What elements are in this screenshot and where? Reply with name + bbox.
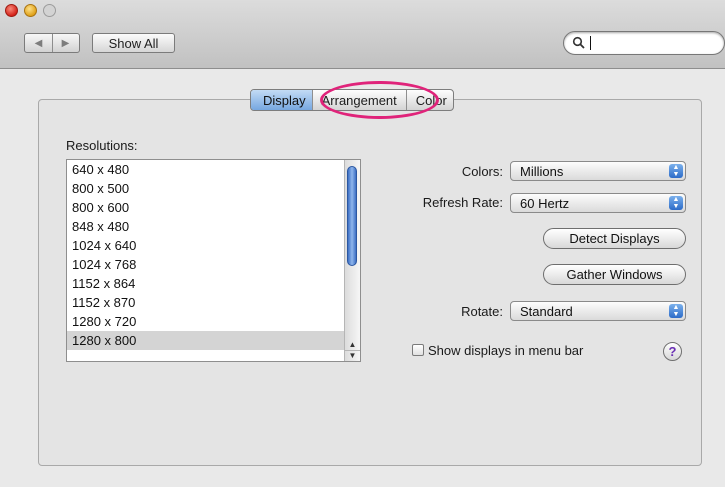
popup-arrows-icon: ▲ ▼ bbox=[669, 304, 683, 318]
forward-arrow-icon[interactable]: ▶ bbox=[52, 34, 79, 52]
search-input[interactable] bbox=[563, 31, 725, 55]
close-window-button[interactable] bbox=[5, 4, 18, 17]
zoom-window-button[interactable] bbox=[43, 4, 56, 17]
detect-displays-button[interactable]: Detect Displays bbox=[543, 228, 686, 249]
resolutions-label: Resolutions: bbox=[66, 138, 138, 153]
refresh-rate-label: Refresh Rate: bbox=[422, 195, 503, 210]
refresh-rate-value: 60 Hertz bbox=[520, 196, 570, 211]
refresh-rate-popup[interactable]: 60 Hertz ▲ ▼ bbox=[510, 193, 686, 213]
minimize-window-button[interactable] bbox=[24, 4, 37, 17]
display-preferences-window: ◀ ▶ Show All Display Arrangement Color R… bbox=[0, 0, 725, 487]
rotate-popup[interactable]: Standard ▲ ▼ bbox=[510, 301, 686, 321]
resolution-item[interactable]: 1024 x 768 bbox=[67, 255, 360, 274]
resolution-item[interactable]: 848 x 480 bbox=[67, 217, 360, 236]
resolutions-list[interactable]: 640 x 480 800 x 500 800 x 600 848 x 480 … bbox=[66, 159, 361, 362]
tab-arrangement[interactable]: Arrangement bbox=[313, 90, 407, 110]
tab-bar: Display Arrangement Color bbox=[250, 89, 454, 111]
back-forward-control: ◀ ▶ bbox=[24, 33, 80, 53]
rotate-value: Standard bbox=[520, 304, 573, 319]
resolution-item[interactable]: 1152 x 864 bbox=[67, 274, 360, 293]
list-scrollbar[interactable]: ▲ ▼ bbox=[344, 160, 360, 361]
toolbar: ◀ ▶ Show All bbox=[0, 0, 725, 69]
resolution-item[interactable]: 800 x 600 bbox=[67, 198, 360, 217]
tab-color[interactable]: Color bbox=[407, 90, 453, 110]
search-icon bbox=[572, 36, 585, 49]
scroll-up-arrow-icon[interactable]: ▲ bbox=[345, 340, 360, 350]
gather-windows-button[interactable]: Gather Windows bbox=[543, 264, 686, 285]
show-all-button[interactable]: Show All bbox=[92, 33, 175, 53]
back-arrow-icon[interactable]: ◀ bbox=[25, 34, 53, 52]
resolution-item[interactable]: 1152 x 870 bbox=[67, 293, 360, 312]
popup-arrows-icon: ▲ ▼ bbox=[669, 164, 683, 178]
resolution-item-selected[interactable]: 1280 x 800 bbox=[67, 331, 360, 350]
resolution-item[interactable]: 640 x 480 bbox=[67, 160, 360, 179]
scroll-down-arrow-icon[interactable]: ▼ bbox=[345, 350, 360, 361]
show-in-menu-bar-label[interactable]: Show displays in menu bar bbox=[428, 343, 583, 358]
rotate-label: Rotate: bbox=[461, 304, 503, 319]
scrollbar-thumb[interactable] bbox=[347, 166, 357, 266]
resolution-item[interactable]: 1024 x 640 bbox=[67, 236, 360, 255]
colors-value: Millions bbox=[520, 164, 564, 179]
help-button[interactable]: ? bbox=[663, 342, 682, 361]
window-title bbox=[290, 3, 440, 17]
resolution-item[interactable]: 1280 x 720 bbox=[67, 312, 360, 331]
popup-arrows-icon: ▲ ▼ bbox=[669, 196, 683, 210]
resolution-item[interactable]: 800 x 500 bbox=[67, 179, 360, 198]
colors-label: Colors: bbox=[461, 164, 503, 179]
tab-display[interactable]: Display bbox=[251, 90, 313, 110]
text-cursor bbox=[590, 36, 591, 50]
show-in-menu-bar-checkbox[interactable] bbox=[412, 344, 424, 356]
colors-popup[interactable]: Millions ▲ ▼ bbox=[510, 161, 686, 181]
